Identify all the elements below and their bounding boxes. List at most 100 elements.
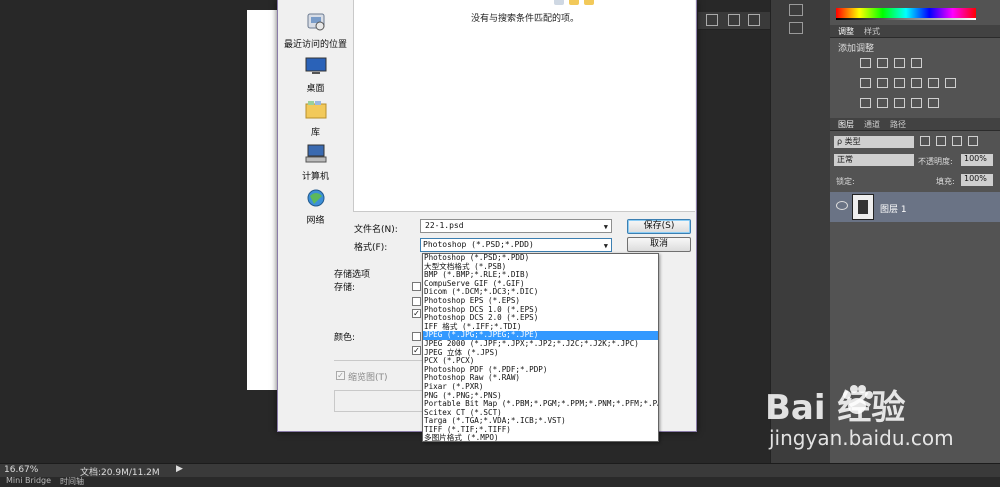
format-select[interactable]: Photoshop (*.PSD;*.PDD) ▼ (420, 238, 612, 252)
empty-search-message: 没有与搜索条件匹配的项。 (470, 14, 579, 24)
layers-tabbar: 图层 通道 路径 (830, 118, 1000, 131)
filename-input[interactable]: 22-1.psd ▼ (420, 219, 612, 233)
tab-paths[interactable]: 路径 (890, 119, 906, 130)
hue-icon[interactable] (877, 78, 888, 88)
invert-icon[interactable] (860, 98, 871, 108)
status-bar: 16.67% 文档:20.9M/11.2M ▶ (0, 463, 1000, 478)
cancel-button[interactable]: 取消 (627, 237, 691, 252)
thumbnail-checkbox[interactable]: ✓ (336, 371, 345, 380)
computer-icon (305, 144, 326, 163)
blend-mode-select[interactable]: 正常 (834, 154, 914, 166)
tab-channels[interactable]: 通道 (864, 119, 880, 130)
watermark-url: jingyan.baidu.com (769, 426, 954, 450)
chevron-down-icon[interactable]: ▼ (604, 240, 608, 252)
color-balance-icon[interactable] (894, 78, 905, 88)
store-option-checkbox[interactable] (412, 297, 421, 306)
grayscale-ramp[interactable] (836, 18, 976, 20)
tab-styles[interactable]: 样式 (864, 26, 880, 37)
camera-icon[interactable] (728, 14, 740, 26)
adjustment-icons-row-1 (860, 58, 928, 70)
color-option-checkbox[interactable]: ✓ (412, 346, 421, 355)
options-divider (334, 360, 424, 361)
posterize-icon[interactable] (877, 98, 888, 108)
adjust-filter-icon[interactable] (936, 136, 946, 146)
save-button[interactable]: 保存(S) (627, 219, 691, 234)
libraries-icon (305, 101, 326, 119)
new-icon[interactable] (748, 14, 760, 26)
layer-comp-icon[interactable] (706, 14, 718, 26)
color-option-checkbox[interactable] (412, 332, 421, 341)
bw-icon[interactable] (911, 78, 922, 88)
shape-filter-icon[interactable] (968, 136, 978, 146)
filename-value: 22-1.psd (425, 221, 464, 230)
back-icon[interactable] (554, 0, 564, 5)
recent-places-icon (307, 13, 324, 31)
lock-label: 锁定: (836, 177, 855, 186)
paw-icon (843, 385, 873, 414)
adjustments-tabbar: 调整 样式 (830, 25, 1000, 38)
tshirt-icon (858, 200, 868, 214)
layer-name[interactable]: 图层 1 (880, 202, 907, 215)
zoom-readout[interactable]: 16.67% (4, 465, 38, 475)
place-computer[interactable]: 计算机 (278, 144, 353, 182)
place-desktop[interactable]: 桌面 (278, 56, 353, 94)
place-label: 网络 (306, 216, 325, 226)
place-label: 桌面 (306, 84, 325, 94)
brightness-icon[interactable] (860, 58, 871, 68)
tool-preset-icon[interactable] (789, 4, 803, 16)
layer-row[interactable]: 图层 1 (830, 192, 1000, 222)
type-filter-icon[interactable] (952, 136, 962, 146)
color-spectrum[interactable] (836, 8, 976, 18)
tab-mini-bridge[interactable]: Mini Bridge (6, 476, 51, 485)
adjustment-icons-row-2 (860, 78, 962, 90)
curves-icon[interactable] (894, 58, 905, 68)
place-libraries[interactable]: 库 (278, 100, 353, 138)
tab-timeline[interactable]: 时间轴 (60, 476, 84, 487)
save-options-title: 存储选项 (334, 270, 371, 280)
desktop-icon (305, 57, 326, 74)
network-icon (307, 189, 324, 207)
fill-label: 填充: (936, 177, 955, 186)
store-option-checkbox[interactable] (412, 282, 421, 291)
filename-label: 文件名(N): (354, 225, 398, 235)
baidu-watermark: Bai 经验 jingyan.baidu.com (765, 380, 965, 460)
tab-adjustments[interactable]: 调整 (838, 26, 854, 37)
fill-input[interactable]: 100% (961, 174, 993, 186)
file-list[interactable]: 没有与搜索条件匹配的项。 (353, 0, 695, 212)
levels-icon[interactable] (877, 58, 888, 68)
format-option[interactable]: 多图片格式 (*.MPO) (423, 434, 658, 441)
store-label: 存储: (334, 283, 356, 293)
thumbnail-label: 缩览图(T) (348, 373, 388, 383)
folder-icon[interactable] (569, 0, 579, 5)
gradient-map-icon[interactable] (911, 98, 922, 108)
status-menu-arrow-icon[interactable]: ▶ (176, 464, 183, 474)
opacity-input[interactable]: 100% (961, 154, 993, 166)
layer-filter-select[interactable]: ρ 类型 (834, 136, 914, 148)
place-label: 库 (310, 128, 320, 138)
threshold-icon[interactable] (894, 98, 905, 108)
brush-icon[interactable] (789, 22, 803, 34)
watermark-logo: Bai 经验 (765, 388, 906, 428)
bottom-panel-tabs: Mini Bridge 时间轴 (0, 476, 1000, 487)
chevron-down-icon[interactable]: ▼ (604, 221, 608, 233)
selective-color-icon[interactable] (928, 98, 939, 108)
place-network[interactable]: 网络 (278, 188, 353, 226)
place-label: 计算机 (301, 172, 329, 182)
place-label: 最近访问的位置 (283, 40, 347, 50)
store-option-checkbox[interactable]: ✓ (412, 309, 421, 318)
opacity-label: 不透明度: (918, 157, 953, 166)
format-label: 格式(F): (354, 243, 388, 253)
pixel-filter-icon[interactable] (920, 136, 930, 146)
places-bar: 最近访问的位置 桌面 库 计算机 网络 (278, 0, 353, 235)
photo-filter-icon[interactable] (928, 78, 939, 88)
channel-mixer-icon[interactable] (945, 78, 956, 88)
vibrance-icon[interactable] (860, 78, 871, 88)
adjustment-icons-row-3 (860, 98, 945, 110)
tab-layers[interactable]: 图层 (838, 119, 854, 130)
exposure-icon[interactable] (911, 58, 922, 68)
color-label: 颜色: (334, 333, 356, 343)
view-icon[interactable] (584, 0, 594, 5)
visibility-eye-icon[interactable] (836, 201, 848, 210)
format-dropdown-list[interactable]: Photoshop (*.PSD;*.PDD) 大型文档格式 (*.PSB) BMP… (422, 253, 659, 442)
place-recent[interactable]: 最近访问的位置 (278, 12, 353, 50)
